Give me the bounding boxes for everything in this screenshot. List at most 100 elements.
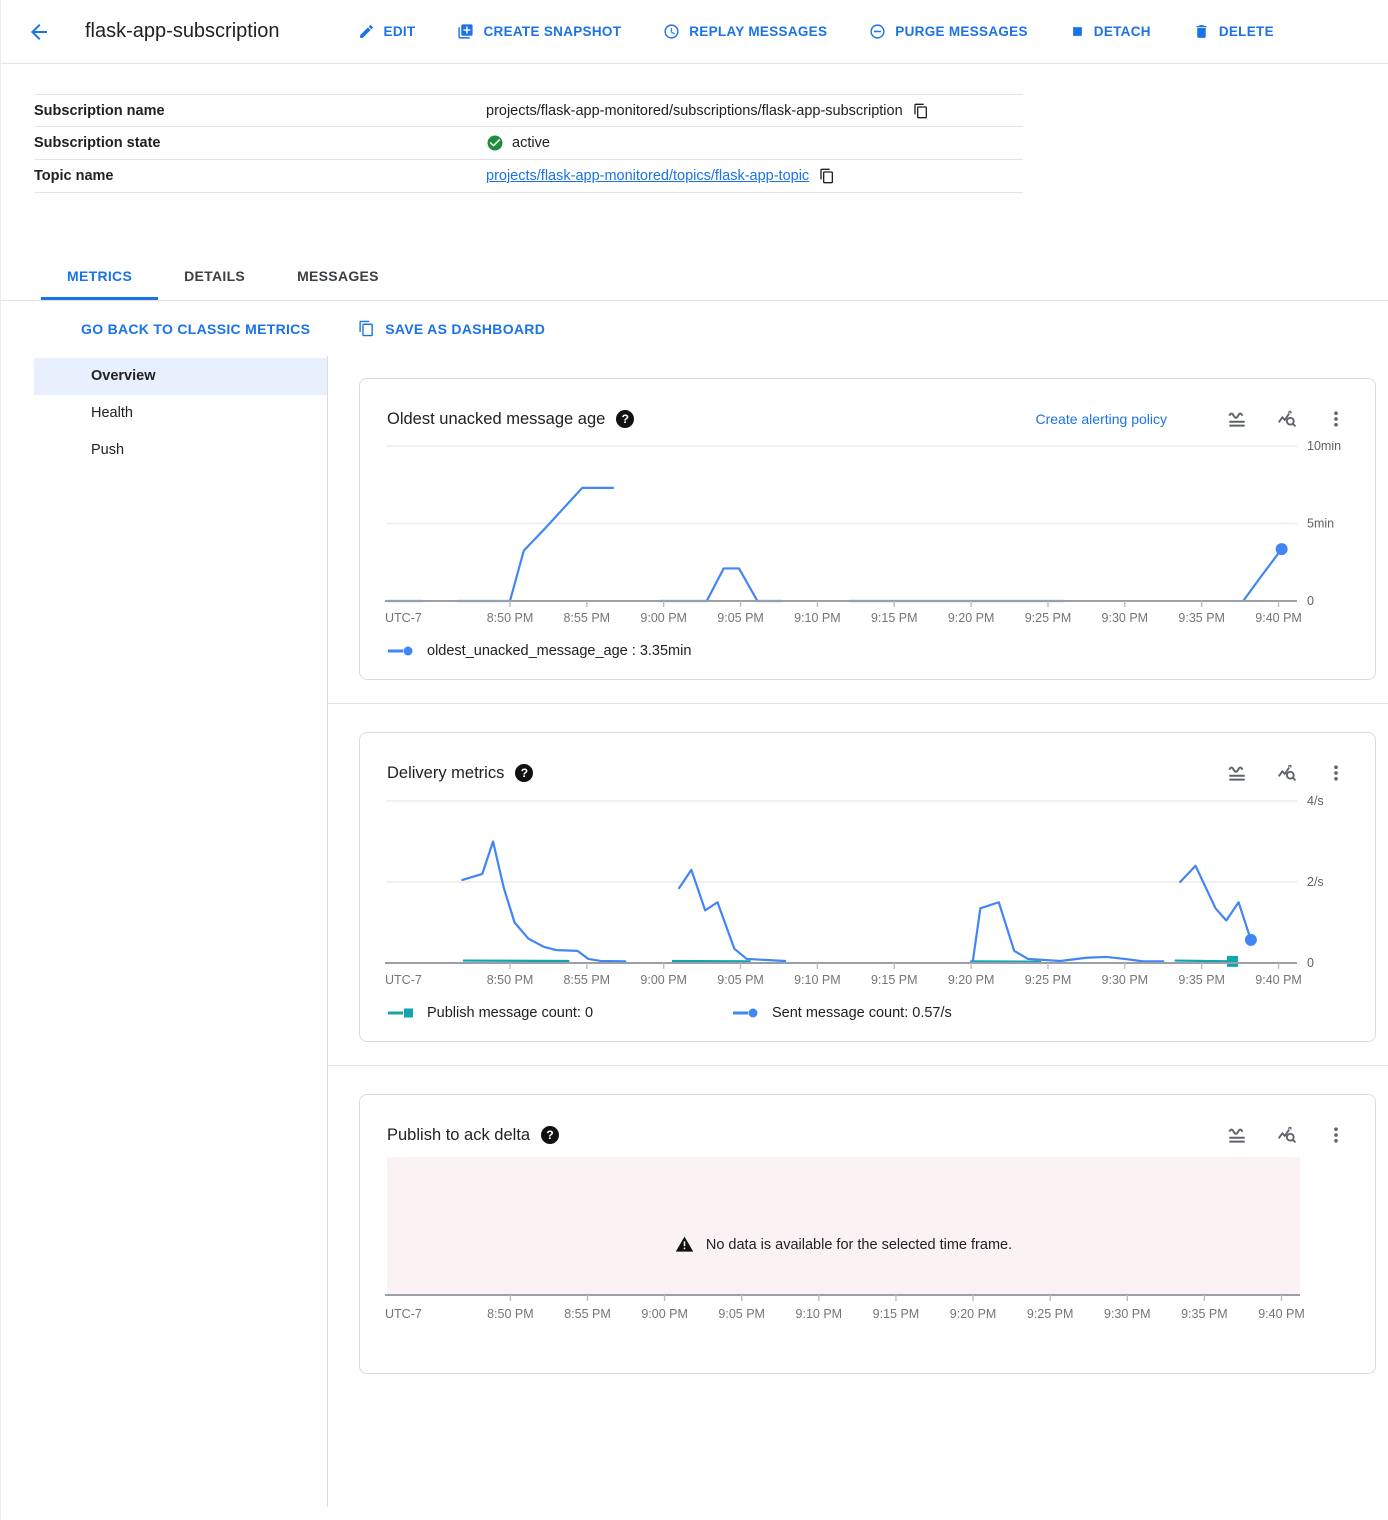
explore-chart-icon xyxy=(1276,1124,1298,1146)
explore-in-metrics-explorer-button[interactable] xyxy=(1273,405,1301,433)
pencil-icon xyxy=(358,23,375,40)
svg-text:9:25 PM: 9:25 PM xyxy=(1025,611,1072,625)
check-circle-icon xyxy=(486,134,504,152)
svg-text:10min: 10min xyxy=(1307,441,1341,453)
chart-legend: oldest_unacked_message_age : 3.35min xyxy=(360,639,1375,679)
svg-text:9:25 PM: 9:25 PM xyxy=(1025,973,1072,987)
svg-text:9:35 PM: 9:35 PM xyxy=(1178,973,1225,987)
svg-text:9:30 PM: 9:30 PM xyxy=(1104,1307,1151,1321)
chart-title: Delivery metrics xyxy=(387,764,504,783)
tab-metrics[interactable]: METRICS xyxy=(41,253,158,300)
more-vert-icon xyxy=(1326,1125,1346,1145)
svg-text:9:40 PM: 9:40 PM xyxy=(1258,1307,1305,1321)
info-row-subscription-name: Subscription name projects/flask-app-mon… xyxy=(34,94,1023,127)
svg-text:9:25 PM: 9:25 PM xyxy=(1027,1307,1074,1321)
edit-button[interactable]: EDIT xyxy=(358,23,416,40)
delete-button[interactable]: DELETE xyxy=(1193,23,1274,40)
legend-oldest-unacked[interactable]: oldest_unacked_message_age : 3.35min xyxy=(387,643,691,659)
chart-card-oldest-unacked: Oldest unacked message age ? Create aler… xyxy=(359,378,1376,680)
state-badge: active xyxy=(512,135,550,151)
svg-text:8:55 PM: 8:55 PM xyxy=(564,1307,611,1321)
info-row-subscription-state: Subscription state active xyxy=(34,127,1023,160)
chart-card-header: Delivery metrics ? xyxy=(360,733,1375,795)
chart-title: Publish to ack delta xyxy=(387,1126,530,1145)
toolbar-actions: EDIT CREATE SNAPSHOT REPLAY MESSAGES PUR… xyxy=(358,23,1274,40)
metrics-subactions: GO BACK TO CLASSIC METRICS SAVE AS DASHB… xyxy=(1,301,1388,356)
legend-line-square-marker xyxy=(387,1007,415,1019)
levels-icon xyxy=(1226,408,1248,430)
create-alerting-policy-link[interactable]: Create alerting policy xyxy=(1035,411,1167,427)
clock-icon xyxy=(663,23,680,40)
minus-circle-icon xyxy=(869,23,886,40)
svg-text:9:10 PM: 9:10 PM xyxy=(794,611,841,625)
metrics-body: Overview Health Push Oldest unacked mess… xyxy=(1,356,1388,1507)
svg-text:UTC-7: UTC-7 xyxy=(385,611,422,625)
svg-text:UTC-7: UTC-7 xyxy=(385,973,422,987)
explore-chart-icon xyxy=(1276,408,1298,430)
topic-link[interactable]: projects/flask-app-monitored/topics/flas… xyxy=(486,168,809,184)
svg-text:0: 0 xyxy=(1307,594,1314,608)
svg-text:0: 0 xyxy=(1307,956,1314,970)
metrics-nav-item-overview[interactable]: Overview xyxy=(34,358,327,395)
save-as-dashboard-button[interactable]: SAVE AS DASHBOARD xyxy=(358,320,545,337)
view-thresholds-button[interactable] xyxy=(1223,759,1251,787)
no-data-message: No data is available for the selected ti… xyxy=(387,1235,1300,1254)
view-thresholds-button[interactable] xyxy=(1223,1121,1251,1149)
explore-in-metrics-explorer-button[interactable] xyxy=(1273,759,1301,787)
svg-text:9:05 PM: 9:05 PM xyxy=(718,1307,765,1321)
more-options-button[interactable] xyxy=(1323,1122,1349,1148)
svg-text:5min: 5min xyxy=(1307,517,1334,531)
purge-messages-button[interactable]: PURGE MESSAGES xyxy=(869,23,1027,40)
chart-legend: Publish message count: 0 Sent message co… xyxy=(360,1001,1375,1041)
metrics-nav-item-push[interactable]: Push xyxy=(34,432,327,469)
info-value: projects/flask-app-monitored/subscriptio… xyxy=(486,101,1023,121)
svg-text:9:15 PM: 9:15 PM xyxy=(873,1307,920,1321)
svg-text:8:50 PM: 8:50 PM xyxy=(487,973,534,987)
svg-text:9:20 PM: 9:20 PM xyxy=(948,611,995,625)
help-icon[interactable]: ? xyxy=(541,1126,559,1144)
chart-title: Oldest unacked message age xyxy=(387,410,605,429)
detach-button[interactable]: DETACH xyxy=(1070,24,1151,39)
svg-text:9:05 PM: 9:05 PM xyxy=(717,611,764,625)
charts-column: Oldest unacked message age ? Create aler… xyxy=(328,356,1388,1507)
more-options-button[interactable] xyxy=(1323,406,1349,432)
trash-icon xyxy=(1193,23,1210,40)
tab-messages[interactable]: MESSAGES xyxy=(271,253,405,300)
help-icon[interactable]: ? xyxy=(515,764,533,782)
view-thresholds-button[interactable] xyxy=(1223,405,1251,433)
svg-text:9:35 PM: 9:35 PM xyxy=(1178,611,1225,625)
legend-sent-message-count[interactable]: Sent message count: 0.57/s xyxy=(732,1005,952,1021)
copy-subscription-name-button[interactable] xyxy=(911,101,931,121)
metrics-nav: Overview Health Push xyxy=(1,356,328,1507)
svg-text:9:20 PM: 9:20 PM xyxy=(950,1307,997,1321)
legend-publish-message-count[interactable]: Publish message count: 0 xyxy=(387,1005,732,1021)
section-divider xyxy=(328,1065,1388,1066)
create-snapshot-button[interactable]: CREATE SNAPSHOT xyxy=(457,23,621,40)
svg-text:9:10 PM: 9:10 PM xyxy=(796,1307,843,1321)
svg-text:9:30 PM: 9:30 PM xyxy=(1102,973,1149,987)
levels-icon xyxy=(1226,762,1248,784)
svg-text:9:20 PM: 9:20 PM xyxy=(948,973,995,987)
more-vert-icon xyxy=(1326,409,1346,429)
subscription-info-table: Subscription name projects/flask-app-mon… xyxy=(34,94,1023,193)
svg-text:9:15 PM: 9:15 PM xyxy=(871,611,918,625)
go-back-classic-metrics-button[interactable]: GO BACK TO CLASSIC METRICS xyxy=(81,321,310,337)
svg-text:9:10 PM: 9:10 PM xyxy=(794,973,841,987)
tab-bar: METRICS DETAILS MESSAGES xyxy=(1,253,1388,301)
subscription-detail-page: flask-app-subscription EDIT CREATE SNAPS… xyxy=(0,0,1388,1520)
copy-icon xyxy=(819,168,835,184)
replay-messages-button[interactable]: REPLAY MESSAGES xyxy=(663,23,827,40)
more-options-button[interactable] xyxy=(1323,760,1349,786)
svg-text:9:05 PM: 9:05 PM xyxy=(717,973,764,987)
tab-details[interactable]: DETAILS xyxy=(158,253,271,300)
back-button[interactable] xyxy=(19,12,59,52)
copy-topic-name-button[interactable] xyxy=(817,166,837,186)
svg-text:9:40 PM: 9:40 PM xyxy=(1255,973,1302,987)
metrics-nav-item-health[interactable]: Health xyxy=(34,395,327,432)
svg-text:9:00 PM: 9:00 PM xyxy=(640,611,687,625)
explore-in-metrics-explorer-button[interactable] xyxy=(1273,1121,1301,1149)
svg-text:2/s: 2/s xyxy=(1307,875,1324,889)
help-icon[interactable]: ? xyxy=(616,410,634,428)
svg-text:8:50 PM: 8:50 PM xyxy=(487,1307,534,1321)
arrow-back-icon xyxy=(27,20,51,44)
